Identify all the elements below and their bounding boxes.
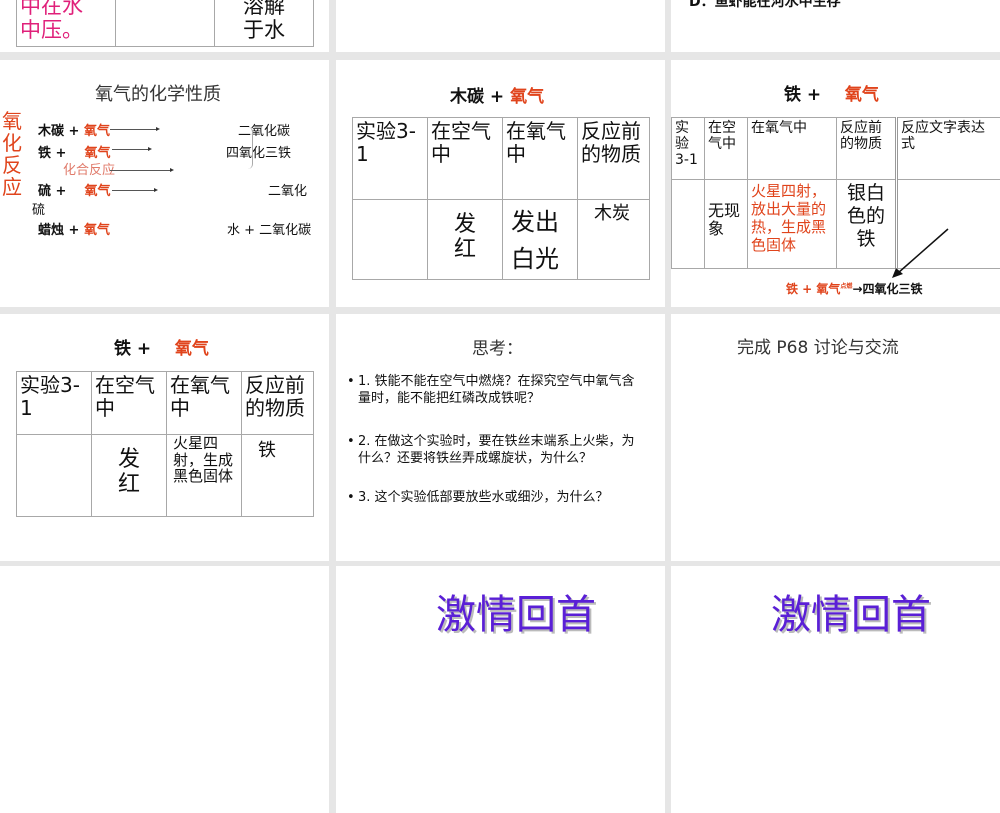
table-header: 实验3-1	[672, 118, 705, 180]
product-wrap: 硫	[32, 199, 45, 218]
title-text: 铁 +	[114, 339, 157, 359]
table-cell: 发红	[428, 200, 503, 280]
slide-thumbnail-11[interactable]: 激情回首	[336, 566, 665, 813]
product: 二氧化	[268, 180, 307, 199]
table-cell	[353, 200, 428, 280]
bullet-item: 1. 铁能不能在空气中燃烧？在探究空气中氧气含量时，能不能把红磷改成铁呢？	[358, 373, 643, 407]
arrow-icon	[886, 225, 956, 280]
combination-reaction-label: 化合反应	[63, 159, 115, 178]
slide-thumbnail-2[interactable]	[336, 0, 665, 52]
table-header: 在空气中	[92, 372, 167, 435]
title-oxygen: 氧气	[510, 87, 544, 107]
reaction-equation: 铁 + 氧气点燃→四氧化三铁	[786, 280, 923, 297]
slide-thumbnail-9[interactable]: 完成 P68 讨论与交流	[671, 314, 1000, 561]
table-header: 在空气中	[428, 118, 503, 200]
brace-icon	[248, 127, 253, 169]
cell-text: 溶解	[218, 0, 310, 18]
cell-text: 中在水	[20, 0, 112, 18]
title-text: 铁 +	[784, 85, 827, 105]
cell-text: 中压。	[20, 18, 112, 42]
slide-thumbnail-5[interactable]: 木碳 + 氧气 实验3-1 在空气中 在氧气中 反应前的物质 发红 发出白光 木…	[336, 60, 665, 307]
slide-thumbnail-3[interactable]: D．鱼虾能在河水中生存	[671, 0, 1000, 52]
slide-title: 激情回首	[436, 582, 596, 640]
title-oxygen: 氧气	[175, 339, 209, 359]
experiment-table: 实验3-1 在空气中 在氧气中 反应前的物质 发红 发出白光 木炭	[352, 117, 650, 280]
table-header: 反应前的物质	[578, 118, 650, 200]
product: 四氧化三铁	[226, 142, 291, 161]
cell-text: 于水	[218, 18, 310, 42]
arrow-icon	[112, 190, 156, 191]
reactant: 蜡烛 +	[38, 223, 84, 238]
title-oxygen: 氧气	[845, 85, 879, 105]
slide-thumbnail-10[interactable]	[0, 566, 329, 813]
slide-title: 氧气的化学性质	[95, 80, 221, 106]
arrow-icon	[110, 129, 158, 130]
table-header: 实验3-1	[17, 372, 92, 435]
table-cell: 发红	[92, 435, 167, 517]
title-text: 木碳 +	[450, 87, 510, 107]
slide-table: 中在水中压。 溶解于水	[16, 0, 314, 47]
table-header: 实验3-1	[353, 118, 428, 200]
experiment-table: 实验3-1 在空气中 在氧气中 反应前的物质 发红 火星四射，生成黑色固体 铁	[16, 371, 314, 517]
table-cell: 木炭	[578, 200, 650, 280]
reactant: 硫 +	[38, 184, 71, 199]
arrow-icon	[110, 170, 172, 171]
oxygen-text: 氧气	[85, 184, 111, 199]
slide-thumbnail-12[interactable]: 激情回首	[671, 566, 1000, 813]
slide-title: 完成 P68 讨论与交流	[737, 333, 899, 358]
slide-thumbnail-4[interactable]: 氧气的化学性质 氧化反应 木碳 + 氧气 二氧化碳 铁 + 氧气 四氧化三铁 化…	[0, 60, 329, 307]
slide-thumbnail-7[interactable]: 铁 + 氧气 实验3-1 在空气中 在氧气中 反应前的物质 发红 火星四射，生成…	[0, 314, 329, 561]
equation-reactants: 铁 + 氧气	[786, 282, 840, 296]
table-cell: 发出白光	[503, 200, 578, 280]
table-cell: 铁	[242, 435, 314, 517]
table-cell: 火星四射，放出大量的热，生成黑色固体	[748, 180, 837, 269]
table-cell: 火星四射，生成黑色固体	[167, 435, 242, 517]
table-cell: 无现象	[705, 180, 748, 269]
table-header: 反应前的物质	[242, 372, 314, 435]
equation-product: →四氧化三铁	[852, 282, 922, 296]
side-label: 氧化反应	[2, 110, 24, 198]
table-header: 在空气中	[705, 118, 748, 180]
product: 水 + 二氧化碳	[227, 219, 311, 238]
oxygen-text: 氧气	[84, 223, 110, 238]
table-header: 在氧气中	[167, 372, 242, 435]
arrow-icon	[112, 149, 150, 150]
slide-thumbnail-1[interactable]: 中在水中压。 溶解于水	[0, 0, 329, 52]
slide-title: 激情回首	[771, 582, 931, 640]
product: 二氧化碳	[238, 120, 290, 139]
table-header: 在氧气中	[748, 118, 837, 180]
slide-thumbnail-6[interactable]: 铁 + 氧气 实验3-1 在空气中 在氧气中 反应前的物质 反应文字表达式 无现…	[671, 60, 1000, 307]
table-cell	[17, 435, 92, 517]
table-header: 反应前的物质	[837, 118, 897, 180]
table-header: 反应文字表达式	[897, 118, 1000, 180]
slide-thumbnail-8[interactable]: 思考： 1. 铁能不能在空气中燃烧？在探究空气中氧气含量时，能不能把红磷改成铁呢…	[336, 314, 665, 561]
reactant: 木碳 +	[38, 124, 84, 139]
bullet-item: 3. 这个实验低部要放些水或细沙，为什么？	[358, 489, 643, 506]
table-cell	[672, 180, 705, 269]
table-header: 在氧气中	[503, 118, 578, 200]
bullet-item: 2. 在做这个实验时，要在铁丝末端系上火柴，为什么？还要将铁丝弄成螺旋状，为什么…	[358, 433, 643, 467]
equation-condition: 点燃	[840, 283, 852, 290]
slide-text: D．鱼虾能在河水中生存	[689, 0, 841, 11]
oxygen-text: 氧气	[84, 124, 110, 139]
slide-title: 思考：	[472, 334, 523, 359]
